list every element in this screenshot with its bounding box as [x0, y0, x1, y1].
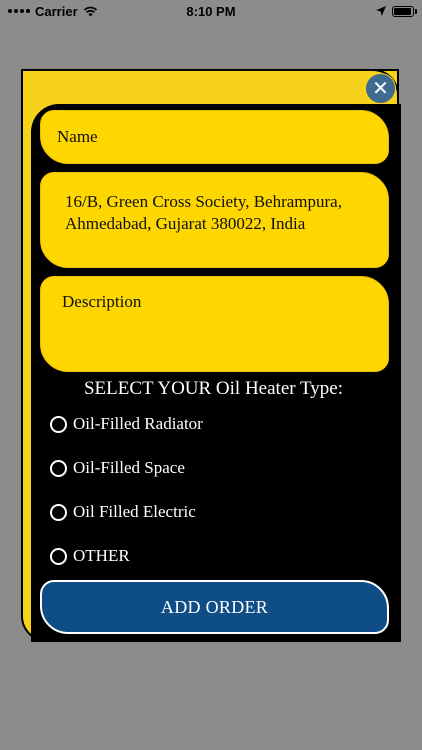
- radio-label: Oil-Filled Space: [73, 458, 185, 477]
- radio-option-oil-filled-space[interactable]: Oil-Filled Space: [50, 458, 185, 478]
- radio-label: Oil-Filled Radiator: [73, 414, 203, 433]
- status-bar: Carrier 8:10 PM: [0, 0, 422, 22]
- close-button[interactable]: ✕: [365, 73, 396, 104]
- radio-option-oil-filled-radiator[interactable]: Oil-Filled Radiator: [50, 414, 203, 434]
- name-field[interactable]: Name: [40, 110, 389, 164]
- radio-option-oil-filled-electric[interactable]: Oil Filled Electric: [50, 502, 196, 522]
- address-field[interactable]: 16/B, Green Cross Society, Behrampura, A…: [40, 172, 389, 268]
- radio-unchecked-icon: [50, 415, 67, 433]
- radio-unchecked-icon: [50, 459, 67, 477]
- heater-type-title: SELECT YOUR Oil Heater Type:: [83, 378, 343, 399]
- radio-unchecked-icon: [50, 503, 67, 521]
- status-time: 8:10 PM: [186, 3, 236, 19]
- radio-label: OTHER: [73, 546, 130, 565]
- description-placeholder: Description: [62, 292, 142, 311]
- close-icon: ✕: [372, 77, 389, 100]
- radio-option-other[interactable]: OTHER: [50, 546, 130, 566]
- radio-label: Oil Filled Electric: [73, 502, 196, 521]
- battery-icon: [392, 5, 417, 17]
- address-value: 16/B, Green Cross Society, Behrampura, A…: [65, 192, 342, 233]
- radio-unchecked-icon: [50, 547, 67, 565]
- name-placeholder: Name: [57, 127, 98, 146]
- description-field[interactable]: Description: [40, 276, 389, 372]
- add-order-button[interactable]: ADD ORDER: [40, 580, 389, 634]
